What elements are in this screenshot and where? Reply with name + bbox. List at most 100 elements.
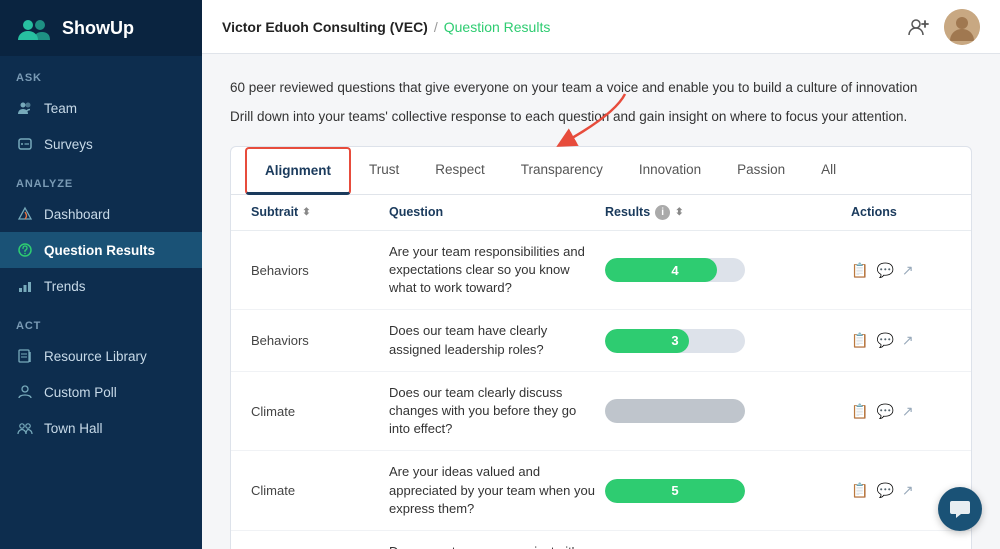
subtrait-sort-icon[interactable]: ⬍ [302,207,310,218]
question-cell: Does our team clearly discuss changes wi… [389,384,597,439]
comment-icon[interactable]: 💬 [876,262,893,279]
subtrait-cell: Behaviors [251,263,381,278]
result-bar-cell: 3 [605,329,805,353]
results-sort-icon[interactable]: ⬍ [675,207,683,218]
table-row: Climate Are your ideas valued and apprec… [231,451,971,531]
bar-value: 4 [605,258,745,282]
share-icon[interactable]: ↗ [902,332,914,349]
sidebar: ShowUp ASK Team Surveys ANALYZE Dashboar… [0,0,202,549]
brand-name: ShowUp [62,18,134,39]
th-question: Question [389,205,597,219]
sidebar-item-team[interactable]: Team [0,90,202,126]
sidebar-item-team-label: Team [44,101,77,116]
action-cell: 📋 💬 ↗ [851,482,951,499]
surveys-icon [16,135,34,153]
sidebar-item-town-hall[interactable]: Town Hall [0,410,202,446]
tab-all[interactable]: All [803,148,854,194]
resource-library-icon [16,347,34,365]
question-results-icon [16,241,34,259]
bar-value: 3 [605,329,745,353]
table-row: Coordination Does your team communicate … [231,531,971,549]
chat-bubble-button[interactable] [938,487,982,531]
sidebar-item-custom-poll-label: Custom Poll [44,385,117,400]
share-icon[interactable]: ↗ [902,482,914,499]
tab-respect[interactable]: Respect [417,148,503,194]
tab-trust[interactable]: Trust [351,148,417,194]
sidebar-item-surveys[interactable]: Surveys [0,126,202,162]
view-icon[interactable]: 📋 [851,262,868,279]
tab-innovation[interactable]: Innovation [621,148,719,194]
share-icon[interactable]: ↗ [902,262,914,279]
bar-value: 5 [605,479,745,503]
sidebar-item-resource-library[interactable]: Resource Library [0,338,202,374]
breadcrumb-page: Question Results [444,19,551,35]
topbar-actions [902,9,980,45]
bar-fill: 4 [605,258,717,282]
result-bar: 4 [605,258,745,282]
intro-line1: 60 peer reviewed questions that give eve… [230,78,960,99]
table-header: Subtrait ⬍ Question Results i ⬍ Actions [231,195,971,231]
th-subtrait: Subtrait ⬍ [251,205,381,219]
sidebar-item-question-results[interactable]: Question Results [0,232,202,268]
sidebar-item-dashboard[interactable]: Dashboard [0,196,202,232]
action-icons: 📋 💬 ↗ [851,403,951,420]
topbar: Victor Eduoh Consulting (VEC) / Question… [202,0,1000,54]
sidebar-item-trends[interactable]: Trends [0,268,202,304]
table-row: Behaviors Are your team responsibilities… [231,231,971,311]
custom-poll-icon [16,383,34,401]
table-row: Climate Does our team clearly discuss ch… [231,372,971,452]
view-icon[interactable]: 📋 [851,403,868,420]
sidebar-item-resource-library-label: Resource Library [44,349,147,364]
action-cell: 📋 💬 ↗ [851,332,951,349]
tab-alignment[interactable]: Alignment [245,147,351,195]
avatar[interactable] [944,9,980,45]
sidebar-item-surveys-label: Surveys [44,137,93,152]
section-ask-label: ASK [0,56,202,90]
sidebar-item-town-hall-label: Town Hall [44,421,103,436]
comment-icon[interactable]: 💬 [876,332,893,349]
question-cell: Are your ideas valued and appreciated by… [389,463,597,518]
breadcrumb: Victor Eduoh Consulting (VEC) / Question… [222,19,550,35]
tab-transparency[interactable]: Transparency [503,148,621,194]
section-act-label: ACT [0,304,202,338]
sidebar-item-question-results-label: Question Results [44,243,155,258]
breadcrumb-org: Victor Eduoh Consulting (VEC) [222,19,428,35]
breadcrumb-separator: / [434,19,438,35]
town-hall-icon [16,419,34,437]
subtrait-cell: Climate [251,483,381,498]
subtrait-cell: Climate [251,404,381,419]
share-icon[interactable]: ↗ [902,403,914,420]
showup-logo-icon [16,14,52,42]
action-icons: 📋 💬 ↗ [851,262,951,279]
th-results: Results i ⬍ [605,205,805,220]
dashboard-icon [16,205,34,223]
section-analyze-label: ANALYZE [0,162,202,196]
question-cell: Does your team communicate it's key valu… [389,543,597,549]
team-icon [16,99,34,117]
table-row: Behaviors Does our team have clearly ass… [231,310,971,371]
view-icon[interactable]: 📋 [851,482,868,499]
comment-icon[interactable]: 💬 [876,482,893,499]
tab-passion[interactable]: Passion [719,148,803,194]
main-area: Victor Eduoh Consulting (VEC) / Question… [202,0,1000,549]
content-area: 60 peer reviewed questions that give eve… [202,54,1000,549]
action-cell: 📋 💬 ↗ [851,262,951,279]
results-card: Alignment Trust Respect Transparency Inn… [230,146,972,549]
comment-icon[interactable]: 💬 [876,403,893,420]
results-info-icon[interactable]: i [655,205,670,220]
result-bar-cell: 4 [605,258,805,282]
th-actions: Actions [851,205,951,219]
add-user-button[interactable] [902,11,934,43]
sidebar-item-custom-poll[interactable]: Custom Poll [0,374,202,410]
action-icons: 📋 💬 ↗ [851,482,951,499]
action-icons: 📋 💬 ↗ [851,332,951,349]
tabs-row: Alignment Trust Respect Transparency Inn… [231,147,971,195]
result-bar: 3 [605,329,745,353]
trends-icon [16,277,34,295]
sidebar-item-trends-label: Trends [44,279,86,294]
view-icon[interactable]: 📋 [851,332,868,349]
question-cell: Does our team have clearly assigned lead… [389,322,597,358]
bar-fill: 3 [605,329,689,353]
result-bar-cell [605,399,805,423]
subtrait-cell: Behaviors [251,333,381,348]
